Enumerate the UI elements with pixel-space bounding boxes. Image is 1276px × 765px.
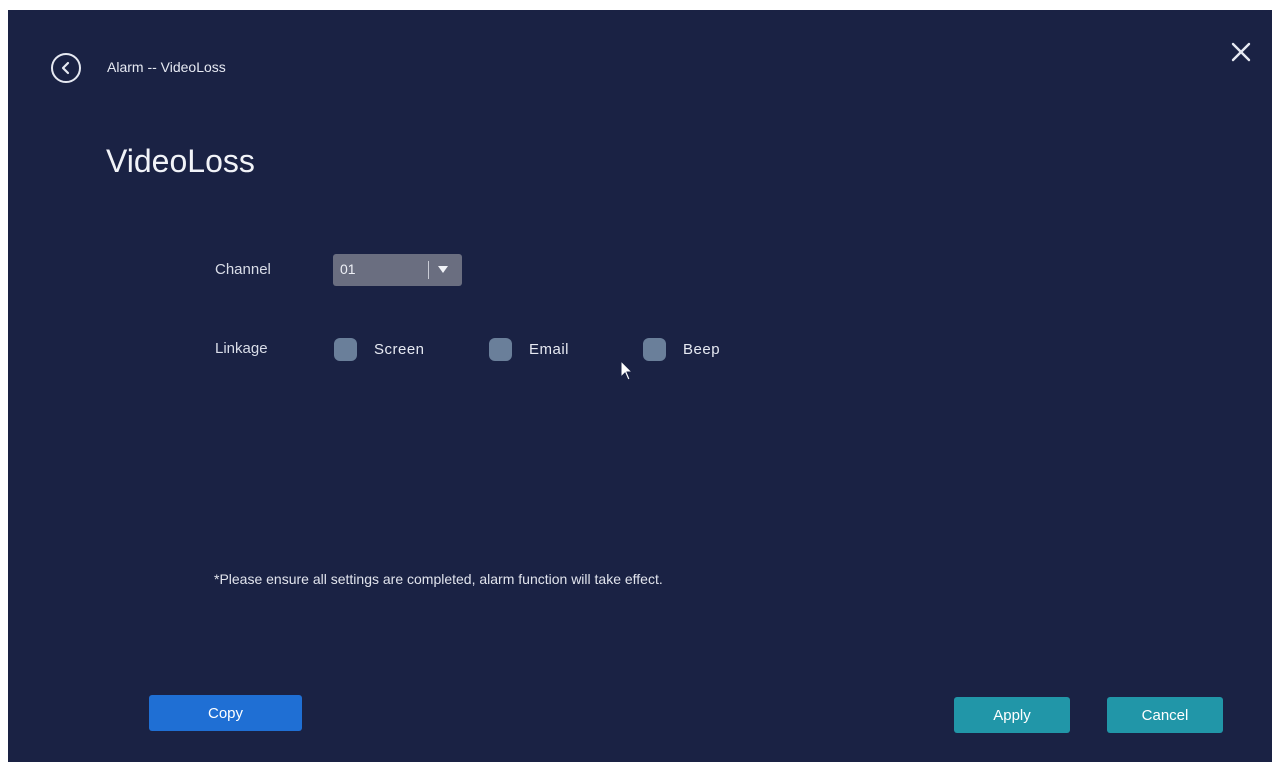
close-icon [1231,42,1251,62]
caret-down-icon [438,266,448,273]
checkbox-label: Screen [374,340,425,358]
mouse-pointer-icon [620,360,634,381]
cancel-button[interactable]: Cancel [1107,697,1223,733]
linkage-checkbox-beep[interactable]: Beep [643,337,720,361]
checkbox-label: Email [529,340,570,358]
checkbox-box[interactable] [489,337,512,361]
checkbox-label: Beep [683,340,721,358]
channel-select[interactable]: 01 [333,254,462,286]
close-button[interactable] [1229,40,1253,64]
copy-button[interactable]: Copy [149,695,302,731]
checkbox-box[interactable] [334,337,357,361]
chevron-left-icon [61,61,70,75]
linkage-checkbox-email[interactable]: Email [489,337,569,361]
apply-button[interactable]: Apply [954,697,1070,733]
videoloss-dialog: Alarm -- VideoLoss VideoLoss Channel 01 … [8,10,1272,762]
back-button[interactable] [51,53,81,83]
checkbox-box[interactable] [643,337,666,361]
page-title: VideoLoss [106,143,255,179]
linkage-checkbox-screen[interactable]: Screen [334,337,425,361]
channel-select-value: 01 [340,261,356,277]
linkage-label: Linkage [215,340,268,357]
select-divider [428,261,429,279]
breadcrumb: Alarm -- VideoLoss [107,59,226,75]
settings-note: *Please ensure all settings are complete… [214,571,663,587]
channel-label: Channel [215,261,271,278]
